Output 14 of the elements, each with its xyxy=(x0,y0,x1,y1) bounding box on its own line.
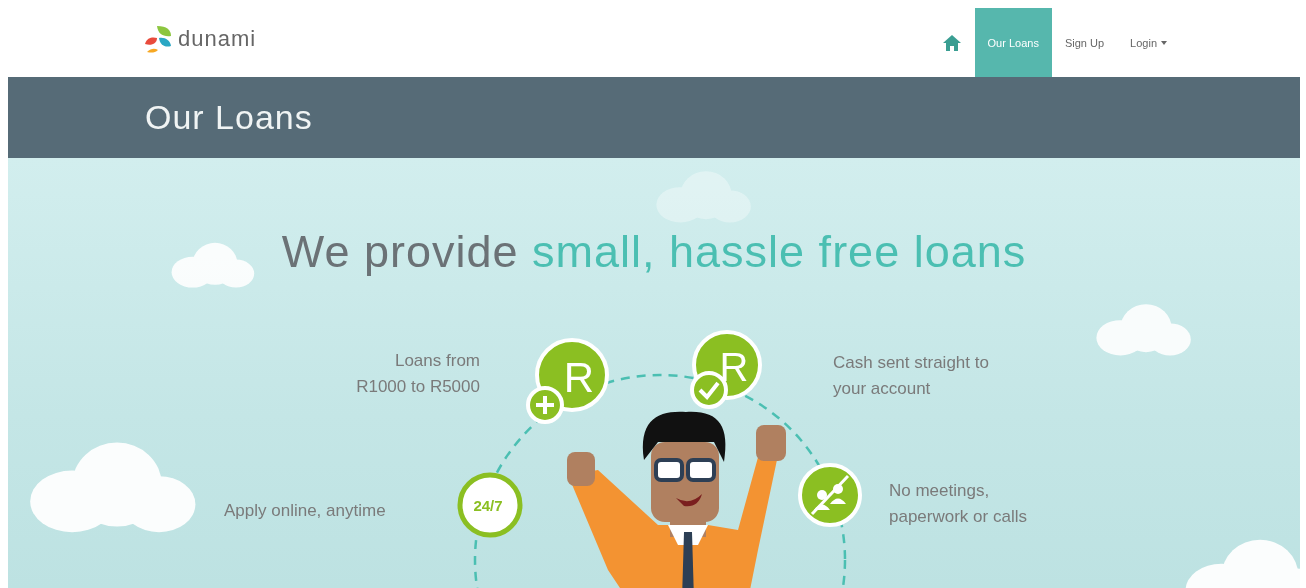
nav-link[interactable]: Sign Up xyxy=(1051,8,1118,77)
feature-text: No meetings, paperwork or calls xyxy=(889,480,1027,528)
caret-icon xyxy=(1161,40,1167,45)
clock-badge: 24/7 xyxy=(457,472,523,538)
feature-text: Cash sent straight to your account xyxy=(833,352,989,400)
feature-text: Loans from R1000 to R5000 xyxy=(356,350,480,398)
login-dropdown[interactable]: Login xyxy=(1117,8,1180,77)
no-meeting-badge xyxy=(798,463,862,527)
home-icon xyxy=(941,33,962,52)
page-title: Our Loans xyxy=(145,98,313,137)
logo-text[interactable]: dunami xyxy=(178,25,257,52)
logo-leaf-icon xyxy=(143,23,173,54)
feature-text: Apply online, anytime xyxy=(224,500,386,522)
headline: We provide small, hassle free loans xyxy=(281,226,1027,278)
